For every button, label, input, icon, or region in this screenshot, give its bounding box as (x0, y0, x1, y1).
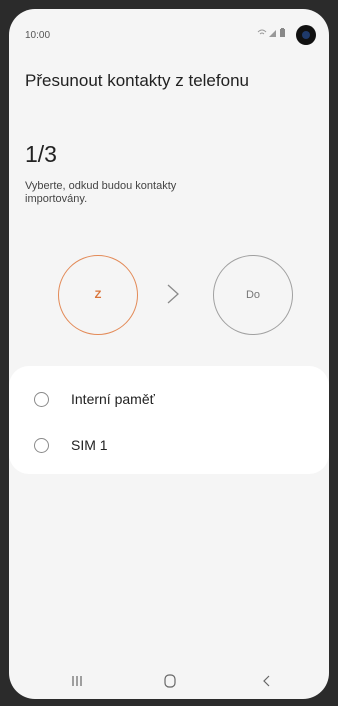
status-bar: 10:00 (9, 9, 329, 47)
to-step-circle: Do (213, 255, 293, 335)
status-icons (257, 28, 285, 37)
wifi-icon (257, 29, 267, 35)
source-option-sim-1[interactable]: SIM 1 (9, 422, 329, 468)
home-icon[interactable] (155, 666, 185, 696)
source-option-internal-memory[interactable]: Interní paměť (9, 376, 329, 422)
source-option-label: SIM 1 (71, 437, 108, 453)
recent-apps-icon[interactable] (62, 666, 92, 696)
navigation-bar (9, 664, 329, 699)
phone-screen: 10:00 Přesunout kontakty z telefonu 1/3 … (9, 9, 329, 699)
from-step-label: Z (94, 289, 102, 301)
radio-button[interactable] (34, 391, 49, 407)
source-option-label: Interní paměť (71, 391, 155, 407)
source-list: Interní paměť SIM 1 (9, 366, 329, 474)
status-time: 10:00 (25, 30, 51, 41)
step-counter: 1/3 (25, 141, 57, 167)
to-step-label: Do (245, 289, 261, 301)
chevron-right-icon (167, 284, 179, 304)
battery-icon (280, 28, 285, 37)
front-camera-icon (296, 25, 316, 45)
back-icon[interactable] (252, 666, 282, 696)
page-title: Přesunout kontakty z telefonu (25, 71, 249, 90)
signal-icon (269, 30, 276, 37)
radio-button[interactable] (34, 437, 49, 453)
step-instruction: Vyberte, odkud budou kontakty importován… (25, 180, 177, 205)
from-step-circle: Z (58, 255, 138, 335)
